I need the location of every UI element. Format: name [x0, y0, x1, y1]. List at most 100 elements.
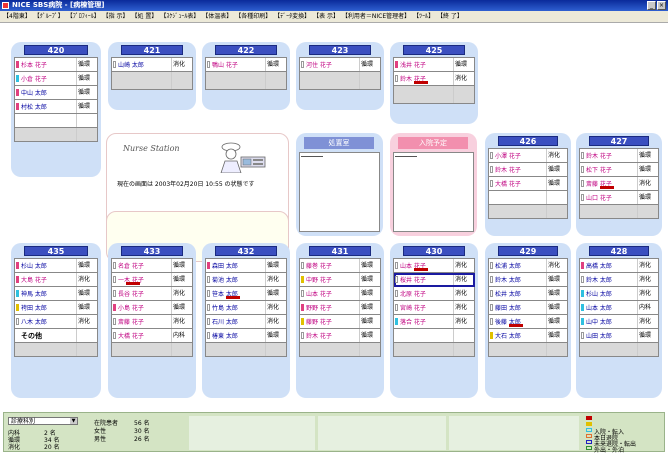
bed-row[interactable]: 小島 花子 循環	[112, 301, 193, 315]
bed-row[interactable]: 鈴木 花子 循環	[580, 149, 659, 163]
bed-row[interactable]: 松井 太郎 循環	[489, 287, 568, 301]
bed-row-empty[interactable]	[206, 343, 287, 357]
bed-row-empty[interactable]	[394, 329, 475, 343]
bed-row-empty[interactable]	[15, 114, 98, 128]
bed-row[interactable]: 鈴木 花子 循環	[300, 329, 381, 343]
bed-row[interactable]: 河住 花子 循環	[300, 58, 381, 72]
bed-row[interactable]: 名倉 花子 循環	[112, 259, 193, 273]
bed-row-empty[interactable]	[580, 343, 659, 357]
menu-temperature[interactable]: 【体温表】	[202, 11, 232, 23]
room-number: 426	[498, 136, 558, 146]
bed-row[interactable]: 森田 太郎 循環	[206, 259, 287, 273]
menu-profile[interactable]: 【ﾌﾟﾛﾌｨｰﾙ】	[67, 11, 100, 23]
bed-row[interactable]: 後藤 太郎 循環	[489, 315, 568, 329]
bed-row[interactable]: 斎藤 花子 消化	[580, 177, 659, 191]
bed-row[interactable]: 菊池 太郎 消化	[206, 273, 287, 287]
menu-schedule[interactable]: 【ｽｹｼﾞｭｰﾙ表】	[160, 11, 199, 23]
bed-row-empty[interactable]	[580, 205, 659, 219]
bed-row[interactable]: 藤巻 花子 循環	[300, 259, 381, 273]
bed-row[interactable]: 八木 太郎 消化	[15, 315, 98, 329]
bed-row[interactable]: 小倉 花子 循環	[15, 72, 98, 86]
bed-row[interactable]: 鈴木 花子 消化	[394, 72, 475, 86]
bed-row[interactable]: 神馬 太郎 循環	[15, 287, 98, 301]
bed-row[interactable]: 山本 花子 消化	[394, 259, 475, 273]
bed-row[interactable]: 大橋 花子 循環	[489, 177, 568, 191]
bed-row[interactable]: 鈴木 太郎 循環	[489, 273, 568, 287]
bed-row-empty[interactable]	[394, 343, 475, 357]
bed-row[interactable]: 村松 太郎 循環	[15, 100, 98, 114]
bed-row-empty[interactable]	[112, 72, 193, 90]
bed-row[interactable]: 落合 花子 消化	[394, 315, 475, 329]
bed-row[interactable]: 椿東 太郎 循環	[206, 329, 287, 343]
bed-row[interactable]: 小澤 花子 消化	[489, 149, 568, 163]
menu-print[interactable]: 【各種印刷】	[235, 11, 271, 23]
patient-name: 菊池 太郎	[212, 277, 238, 284]
admission-plan-list[interactable]	[393, 152, 474, 232]
bed-row-empty[interactable]	[300, 343, 381, 357]
bed-row[interactable]: 北原 花子 消化	[394, 287, 475, 301]
close-button[interactable]: ×	[657, 1, 666, 10]
bed-row[interactable]: 杉山 太郎 消化	[580, 287, 659, 301]
menu-ward[interactable]: 【4階東】	[3, 11, 31, 23]
bed-row-empty[interactable]	[489, 205, 568, 219]
bed-row[interactable]: 高橋 太郎 消化	[580, 259, 659, 273]
bed-row[interactable]: 松下 花子 循環	[580, 163, 659, 177]
menu-exit[interactable]: 【終 了】	[437, 11, 463, 23]
menu-treatment[interactable]: 【処 置】	[131, 11, 157, 23]
bed-row[interactable]: 杉本 花子 循環	[15, 58, 98, 72]
bed-row[interactable]: 藤田 太郎 循環	[489, 301, 568, 315]
dept-select[interactable]: 診療科別 ▼	[8, 417, 78, 425]
bed-row[interactable]: 藤野 花子 循環	[300, 315, 381, 329]
patient-name: 神馬 太郎	[21, 291, 47, 298]
menu-data-convert[interactable]: 【ﾃﾞｰﾀ変換】	[274, 11, 310, 23]
bed-row[interactable]: 山本 花子 循環	[300, 287, 381, 301]
bed-row-empty[interactable]	[489, 191, 568, 205]
bed-row-other[interactable]: その他	[15, 329, 98, 343]
bed-row-empty[interactable]	[15, 128, 98, 142]
bed-row[interactable]: 大島 花子 消化	[15, 273, 98, 287]
menu-tools[interactable]: 【ﾂｰﾙ】	[413, 11, 434, 23]
patient-dept: 循環	[265, 259, 286, 272]
patient-name: 鴨山 花子	[212, 62, 238, 69]
bed-row[interactable]: 松浦 太郎 消化	[489, 259, 568, 273]
bed-row-selected[interactable]: 桜井 花子 消化	[394, 273, 475, 287]
bed-row-empty[interactable]	[489, 343, 568, 357]
bed-row[interactable]: 長谷 花子 消化	[112, 287, 193, 301]
patient-dept: 消化	[265, 315, 286, 328]
bed-row[interactable]: 大石 太郎 循環	[489, 329, 568, 343]
bed-row[interactable]: 鈴木 太郎 消化	[580, 273, 659, 287]
bed-row-empty[interactable]	[112, 343, 193, 357]
bed-row[interactable]: 竹島 太郎 消化	[206, 301, 287, 315]
bed-row[interactable]: 杉山 太郎 循環	[15, 259, 98, 273]
menu-instructions[interactable]: 【指 示】	[103, 11, 129, 23]
bed-row[interactable]: 大橋 花子 内科	[112, 329, 193, 343]
bed-row[interactable]: 中山 太郎 循環	[15, 86, 98, 100]
bed-row[interactable]: 笹本 太郎 循環	[206, 287, 287, 301]
bed-row[interactable]: 山崎 太郎 消化	[112, 58, 193, 72]
bed-row[interactable]: 山本 太郎 内科	[580, 301, 659, 315]
bed-row[interactable]: 鴨山 花子 循環	[206, 58, 287, 72]
bed-row[interactable]: 宮崎 花子 消化	[394, 301, 475, 315]
bed-row[interactable]: 袴田 太郎 循環	[15, 301, 98, 315]
bed-row-empty[interactable]	[300, 72, 381, 90]
bed-row[interactable]: 一木 花子 循環	[112, 273, 193, 287]
bed-row[interactable]: 浅井 花子 循環	[394, 58, 475, 72]
treatment-room-list[interactable]	[299, 152, 380, 232]
bed-row[interactable]: 斎藤 花子 消化	[112, 315, 193, 329]
bed-row-empty[interactable]	[394, 86, 475, 104]
menu-display[interactable]: 【表 示】	[313, 11, 339, 23]
bed-row[interactable]: 山田 太郎 循環	[580, 329, 659, 343]
bed-row-empty[interactable]	[206, 72, 287, 90]
chevron-down-icon[interactable]: ▼	[70, 418, 77, 424]
bed-row[interactable]: 鈴木 花子 循環	[489, 163, 568, 177]
menu-user[interactable]: 【利用者＝NICE管理者】	[342, 11, 410, 23]
menu-group[interactable]: 【ｸﾞﾙｰﾌﾟ】	[34, 11, 64, 23]
bed-row-empty[interactable]	[15, 343, 98, 357]
bed-row[interactable]: 中野 花子 循環	[300, 273, 381, 287]
minimize-button[interactable]: _	[647, 1, 656, 10]
bed-row[interactable]: 石川 太郎 消化	[206, 315, 287, 329]
bed-row[interactable]: 山口 花子 循環	[580, 191, 659, 205]
bed-row[interactable]: 野野 花子 循環	[300, 301, 381, 315]
bed-row[interactable]: 山中 太郎 消化	[580, 315, 659, 329]
bed-list: 山崎 太郎 消化	[111, 57, 193, 90]
